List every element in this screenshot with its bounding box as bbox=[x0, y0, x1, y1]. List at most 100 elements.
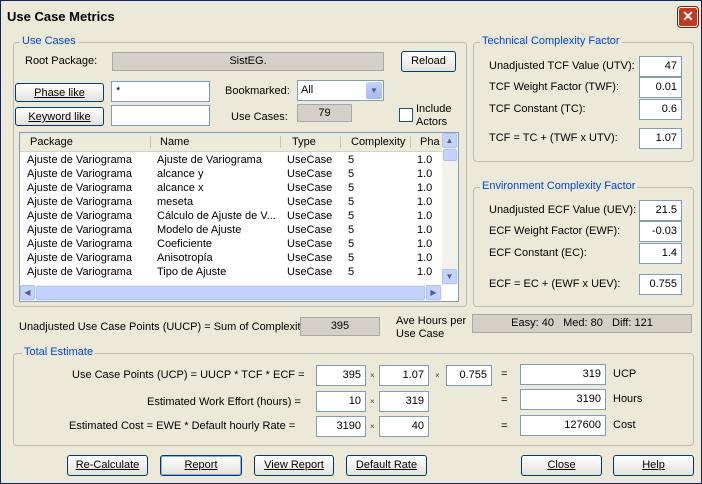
tc-input[interactable]: 0.6 bbox=[639, 99, 682, 120]
cell-name: alcance y bbox=[157, 168, 204, 180]
vertical-scroll-thumb[interactable] bbox=[443, 149, 457, 161]
ave-hours-label-2: Use Case bbox=[396, 328, 445, 340]
cell-name: Tipo de Ajuste bbox=[157, 266, 227, 278]
column-header-package[interactable]: Package bbox=[30, 136, 73, 148]
column-header-type[interactable]: Type bbox=[292, 136, 316, 148]
cost-rate-field[interactable]: 40 bbox=[379, 416, 429, 437]
phase-like-button[interactable]: Phase like bbox=[15, 83, 104, 102]
table-row[interactable]: Ajuste de Variograma alcance y UseCase 5 1.0 bbox=[20, 168, 442, 182]
report-button[interactable]: Report bbox=[160, 455, 242, 476]
cell-package: Ajuste de Variograma bbox=[27, 196, 132, 208]
ucp-ecf-field: 0.755 bbox=[446, 365, 492, 386]
cell-type: UseCase bbox=[287, 252, 333, 264]
keyword-like-button[interactable]: Keyword like bbox=[15, 107, 104, 126]
effort-label: Estimated Work Effort (hours) = bbox=[147, 396, 301, 408]
scroll-left-icon[interactable]: ◀ bbox=[20, 285, 35, 300]
table-row[interactable]: Ajuste de Variograma Tipo de Ajuste UseCas… bbox=[20, 266, 442, 280]
column-divider bbox=[150, 136, 151, 148]
table-row[interactable]: Ajuste de Variograma Anisotropía UseCase 5 1… bbox=[20, 252, 442, 266]
cell-package: Ajuste de Variograma bbox=[27, 168, 132, 180]
scroll-up-icon[interactable]: ▲ bbox=[442, 133, 457, 148]
table-row[interactable]: Ajuste de Variograma Coeficiente UseCase 5 1… bbox=[20, 238, 442, 252]
use-case-list[interactable]: Package Name Type Complexity Pha Ajuste … bbox=[19, 132, 459, 302]
ucp-label: Use Case Points (UCP) = UUCP * TCF * ECF… bbox=[72, 369, 305, 381]
cell-name: alcance x bbox=[157, 182, 204, 194]
table-row[interactable]: Ajuste de Variograma Ajuste de Variograma… bbox=[20, 154, 442, 168]
effort-result: 3190 bbox=[520, 389, 606, 410]
cell-complexity: 5 bbox=[348, 224, 355, 236]
cell-name: Anisotropía bbox=[157, 252, 213, 264]
recalculate-label: Re-Calculate bbox=[75, 459, 140, 471]
column-header-name[interactable]: Name bbox=[160, 136, 189, 148]
column-header-complexity[interactable]: Complexity bbox=[351, 136, 405, 148]
cell-type: UseCase bbox=[287, 266, 333, 278]
scroll-right-icon[interactable]: ▶ bbox=[426, 285, 441, 300]
reload-button[interactable]: Reload bbox=[401, 51, 456, 72]
recalculate-button[interactable]: Re-Calculate bbox=[67, 455, 148, 476]
cell-package: Ajuste de Variograma bbox=[27, 224, 132, 236]
cost-effort-field: 3190 bbox=[316, 416, 366, 437]
cell-type: UseCase bbox=[287, 210, 333, 222]
include-actors-checkbox[interactable] bbox=[399, 108, 413, 122]
bookmarked-select[interactable]: All ▼ bbox=[297, 80, 384, 101]
cost-unit: Cost bbox=[613, 419, 636, 431]
tc-label: TCF Constant (TC): bbox=[489, 103, 586, 115]
horizontal-scrollbar[interactable]: ◀ ▶ bbox=[20, 285, 442, 301]
default-rate-button[interactable]: Default Rate bbox=[346, 455, 427, 476]
chevron-down-icon[interactable]: ▼ bbox=[366, 82, 382, 99]
cell-complexity: 5 bbox=[348, 182, 355, 194]
reload-label: Reload bbox=[411, 55, 446, 67]
utv-input[interactable]: 47 bbox=[639, 56, 682, 77]
keyword-like-input[interactable] bbox=[111, 105, 210, 126]
view-report-button[interactable]: View Report bbox=[254, 455, 334, 476]
column-divider bbox=[340, 136, 341, 148]
help-button[interactable]: Help bbox=[613, 455, 694, 476]
cell-name: Coeficiente bbox=[157, 238, 213, 250]
cell-phase: 1.0 bbox=[417, 210, 433, 222]
bookmarked-label: Bookmarked: bbox=[225, 85, 290, 97]
cell-complexity: 5 bbox=[348, 252, 355, 264]
table-row[interactable]: Ajuste de Variograma Cálculo de Ajuste de… bbox=[20, 210, 442, 224]
bookmarked-value: All bbox=[301, 84, 314, 96]
phase-like-input[interactable]: * bbox=[111, 81, 210, 102]
use-case-metrics-dialog: Use Case Metrics ✕ Use Cases Root Packag… bbox=[0, 0, 702, 484]
use-cases-count-label: Use Cases: bbox=[231, 111, 288, 123]
ec-label: ECF Constant (EC): bbox=[489, 247, 587, 259]
cell-type: UseCase bbox=[287, 238, 333, 250]
vertical-scrollbar[interactable]: ▲ ▼ bbox=[442, 133, 458, 285]
cell-phase: 1.0 bbox=[417, 182, 433, 194]
twf-input[interactable]: 0.01 bbox=[639, 77, 682, 98]
horizontal-scroll-thumb[interactable] bbox=[36, 286, 425, 300]
effort-hours-field[interactable]: 10 bbox=[316, 391, 366, 412]
ecf-formula-label: ECF = EC + (EWF x UEV): bbox=[489, 278, 621, 290]
cell-package: Ajuste de Variograma bbox=[27, 252, 132, 264]
column-header-phase[interactable]: Pha bbox=[420, 136, 440, 148]
equals-sign: = bbox=[501, 394, 508, 406]
close-window-icon[interactable]: ✕ bbox=[678, 7, 698, 27]
help-label: Help bbox=[642, 459, 665, 471]
tcf-legend: Technical Complexity Factor bbox=[480, 35, 622, 47]
cell-package: Ajuste de Variograma bbox=[27, 238, 132, 250]
close-label: Close bbox=[547, 459, 576, 471]
cell-name: Cálculo de Ajuste de V... bbox=[157, 210, 275, 222]
equals-sign: = bbox=[501, 420, 508, 432]
scroll-down-icon[interactable]: ▼ bbox=[442, 269, 457, 284]
close-button[interactable]: Close bbox=[521, 455, 602, 476]
table-row[interactable]: Ajuste de Variograma meseta UseCase 5 1.0 bbox=[20, 196, 442, 210]
effort-unit: Hours bbox=[613, 393, 643, 405]
table-row[interactable]: Ajuste de Variograma alcance x UseCase 5 1.0 bbox=[20, 182, 442, 196]
ucp-tcf-field: 1.07 bbox=[379, 365, 429, 386]
ec-input[interactable]: 1.4 bbox=[639, 243, 682, 264]
ewf-input[interactable]: -0.03 bbox=[639, 221, 682, 242]
phase-like-label: Phase like bbox=[34, 87, 85, 99]
table-row[interactable]: Ajuste de Variograma Modelo de Ajuste UseC… bbox=[20, 224, 442, 238]
cell-complexity: 5 bbox=[348, 154, 355, 166]
ewf-label: ECF Weight Factor (EWF): bbox=[489, 225, 621, 237]
cell-phase: 1.0 bbox=[417, 266, 433, 278]
cell-package: Ajuste de Variograma bbox=[27, 210, 132, 222]
equals-sign: = bbox=[501, 368, 508, 380]
cell-complexity: 5 bbox=[348, 168, 355, 180]
cell-package: Ajuste de Variograma bbox=[27, 266, 132, 278]
ucp-result: 319 bbox=[520, 364, 606, 385]
uev-input[interactable]: 21.5 bbox=[639, 200, 682, 221]
